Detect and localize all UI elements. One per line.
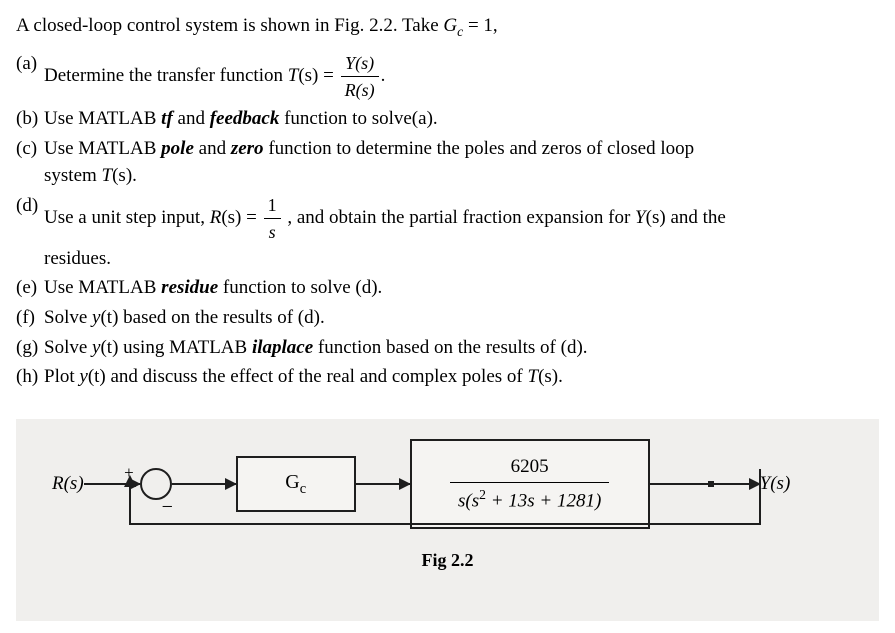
arg-s: (s) [298, 65, 318, 86]
gc-symbol: G [443, 15, 457, 36]
block-diagram-row: R(s) + − Gc 6205 s(s2 + 13s + 1281) [52, 439, 843, 529]
feedback-line-vert-left [129, 485, 131, 525]
part-text2: and discuss the effect of the real and c… [106, 366, 528, 387]
arrow-head-up-icon [124, 475, 136, 487]
part-text4: residues. [44, 248, 111, 269]
period: . [381, 65, 386, 86]
problem-parts: (a) Determine the transfer function T(s)… [16, 50, 879, 391]
part-text3: and the [666, 207, 726, 228]
kw-zero: zero [231, 138, 264, 159]
frac-num: 1 [264, 192, 281, 218]
feedback-line-horiz [129, 523, 761, 525]
part-b: (b) Use MATLAB tf and feedback function … [44, 105, 879, 133]
kw-tf: tf [161, 108, 173, 129]
part-text2: function to determine the poles and zero… [264, 138, 695, 159]
part-text: Plot [44, 366, 79, 387]
sym-Y: Y [635, 207, 646, 228]
sym-T: T [102, 165, 113, 186]
block-diagram: R(s) + − Gc 6205 s(s2 + 13s + 1281) [16, 419, 879, 622]
summing-junction: − [140, 468, 172, 500]
fraction: Y(s)R(s) [341, 50, 379, 103]
part-label: (f) [16, 304, 35, 332]
plant-block: 6205 s(s2 + 13s + 1281) [410, 439, 650, 529]
part-text3: system [44, 165, 102, 186]
part-label: (c) [16, 135, 37, 163]
arg-s: (s) [221, 207, 241, 228]
feedback-tap [710, 483, 712, 485]
part-f: (f) Solve y(t) based on the results of (… [44, 304, 879, 332]
part-e: (e) Use MATLAB residue function to solve… [44, 274, 879, 302]
feedback-line-vert-right [759, 469, 761, 523]
part-label: (h) [16, 363, 38, 391]
plant-num: 6205 [450, 451, 609, 483]
part-text: Use MATLAB [44, 277, 161, 298]
intro-eq: = 1, [463, 15, 497, 36]
part-label: (e) [16, 274, 37, 302]
eq-sign: = [241, 207, 261, 228]
frac-den: R(s) [341, 76, 379, 103]
arrow-segment [356, 483, 410, 485]
arg-s: (s). [112, 165, 137, 186]
arg-s2: (s) [646, 207, 666, 228]
plant-den: s(s2 + 13s + 1281) [450, 482, 609, 517]
kw-residue: residue [161, 277, 218, 298]
part-d: (d) Use a unit step input, R(s) = 1s , a… [44, 192, 879, 273]
part-text: Use MATLAB [44, 108, 161, 129]
and-text: and [194, 138, 231, 159]
output-label: Y(s) [760, 470, 791, 498]
part-text: Solve [44, 337, 92, 358]
arg-t: (t) [100, 337, 118, 358]
controller-block: Gc [236, 456, 356, 512]
part-h: (h) Plot y(t) and discuss the effect of … [44, 363, 879, 391]
fraction: 1s [264, 192, 281, 245]
part-text: Determine the transfer function [44, 65, 288, 86]
arg-t: (t) [88, 366, 106, 387]
arg-s: (s). [538, 366, 563, 387]
plant-transfer-function: 6205 s(s2 + 13s + 1281) [450, 451, 609, 517]
part-label: (a) [16, 50, 37, 78]
sym-y: y [79, 366, 87, 387]
minus-sign: − [162, 493, 173, 522]
sym-T: T [288, 65, 299, 86]
part-text2: and obtain the partial fraction expansio… [297, 207, 635, 228]
comma: , [283, 207, 297, 228]
part-c-line2: system T(s). [44, 162, 879, 190]
part-text2: based on the results of (d). [118, 307, 324, 328]
part-label: (g) [16, 334, 38, 362]
part-text2: using MATLAB [118, 337, 252, 358]
part-d-line2: residues. [44, 245, 879, 273]
part-g: (g) Solve y(t) using MATLAB ilaplace fun… [44, 334, 879, 362]
part-text2: function to solve(a). [279, 108, 437, 129]
figure-caption: Fig 2.2 [52, 547, 843, 573]
frac-den: s [264, 218, 281, 245]
part-text: Use MATLAB [44, 138, 161, 159]
arg-t: (t) [100, 307, 118, 328]
part-a: (a) Determine the transfer function T(s)… [44, 50, 879, 103]
sym-R: R [210, 207, 222, 228]
sym-T: T [527, 366, 538, 387]
eq-sign: = [318, 65, 338, 86]
arrow-segment [172, 483, 236, 485]
problem-intro: A closed-loop control system is shown in… [16, 12, 879, 42]
part-text: Use a unit step input, [44, 207, 210, 228]
and-text: and [173, 108, 210, 129]
kw-feedback: feedback [210, 108, 280, 129]
part-c: (c) Use MATLAB pole and zero function to… [44, 135, 879, 190]
part-text3: function based on the results of (d). [313, 337, 587, 358]
gc-symbol: Gc [285, 468, 306, 500]
part-text2: function to solve (d). [218, 277, 382, 298]
part-label: (b) [16, 105, 38, 133]
input-label: R(s) [52, 470, 84, 498]
arrow-segment [650, 483, 760, 485]
kw-pole: pole [161, 138, 194, 159]
intro-text: A closed-loop control system is shown in… [16, 15, 443, 36]
part-label: (d) [16, 192, 38, 220]
frac-num: Y(s) [341, 50, 379, 76]
kw-ilaplace: ilaplace [252, 337, 313, 358]
part-text: Solve [44, 307, 92, 328]
